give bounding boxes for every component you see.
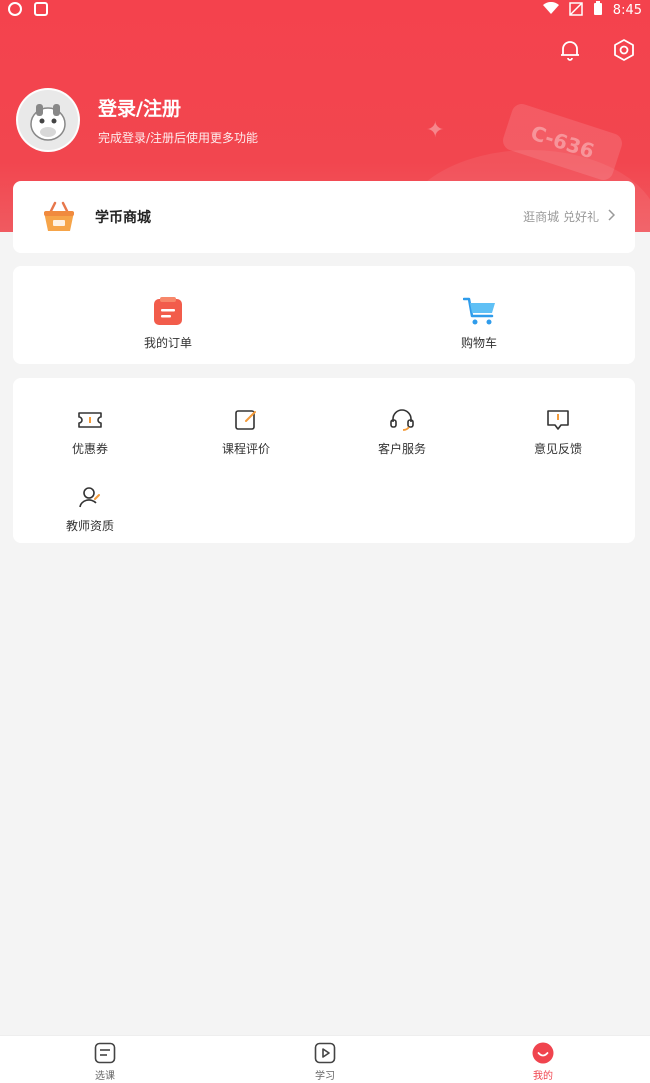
tab-mine[interactable]: 我的 xyxy=(503,1042,583,1082)
battery-icon xyxy=(593,1,603,20)
coin-mall-hint: 逛商城 兑好礼 xyxy=(523,210,599,224)
clock-time: 8:45 xyxy=(612,3,642,18)
bell-icon[interactable] xyxy=(558,38,582,62)
orders-card: 我的订单 购物车 xyxy=(13,266,635,364)
coin-mall-title: 学币商城 xyxy=(95,210,151,226)
chat-notification-icon xyxy=(8,2,22,16)
sparkle-icon: ✦ xyxy=(426,118,445,143)
tools-card: 优惠券 课程评价 客户服务 意见反馈 教师资质 xyxy=(13,378,635,543)
feedback-label: 意见反馈 xyxy=(533,442,582,456)
customer-service-label: 客户服务 xyxy=(377,442,426,456)
cart-label: 购物车 xyxy=(460,336,497,350)
login-title[interactable]: 登录/注册 xyxy=(98,94,258,121)
cart-button[interactable]: 购物车 xyxy=(419,296,539,351)
course-icon xyxy=(94,1042,116,1064)
tab-courses[interactable]: 选课 xyxy=(65,1042,145,1082)
feedback-icon xyxy=(545,408,571,432)
tab-mine-label: 我的 xyxy=(533,1071,553,1082)
my-orders-button[interactable]: 我的订单 xyxy=(108,296,228,351)
my-orders-label: 我的订单 xyxy=(143,336,192,350)
review-icon xyxy=(233,408,259,432)
order-icon xyxy=(152,296,184,326)
tab-study[interactable]: 学习 xyxy=(285,1042,365,1082)
feedback-button[interactable]: 意见反馈 xyxy=(503,408,613,457)
no-signal-icon xyxy=(569,1,583,20)
login-subtitle: 完成登录/注册后使用更多功能 xyxy=(98,131,259,145)
cart-icon xyxy=(462,296,495,326)
settings-icon[interactable] xyxy=(612,38,636,62)
status-bar: 8:45 xyxy=(0,0,650,20)
coin-mall-link[interactable]: 逛商城 兑好礼 xyxy=(523,208,616,225)
coin-mall-card[interactable]: 学币商城 逛商城 兑好礼 xyxy=(13,181,635,253)
course-review-button[interactable]: 课程评价 xyxy=(191,408,301,457)
course-review-label: 课程评价 xyxy=(221,442,270,456)
wifi-icon xyxy=(542,1,559,19)
play-icon xyxy=(314,1042,336,1064)
login-entry[interactable]: 登录/注册 完成登录/注册后使用更多功能 xyxy=(16,88,258,152)
teacher-qualification-button[interactable]: 教师资质 xyxy=(35,485,145,534)
customer-service-button[interactable]: 客户服务 xyxy=(347,408,457,457)
headset-icon xyxy=(389,408,415,432)
avatar[interactable] xyxy=(16,88,80,152)
tab-courses-label: 选课 xyxy=(95,1071,115,1082)
teacher-icon xyxy=(77,485,103,509)
profile-icon xyxy=(532,1042,554,1064)
bottom-tab-bar: 选课 学习 我的 xyxy=(0,1035,650,1083)
app-notification-icon xyxy=(34,2,48,16)
coupon-label: 优惠券 xyxy=(71,442,108,456)
tab-study-label: 学习 xyxy=(315,1071,335,1082)
coupon-button[interactable]: 优惠券 xyxy=(35,408,145,457)
chevron-right-icon xyxy=(607,209,616,224)
teacher-qualification-label: 教师资质 xyxy=(65,519,114,533)
coupon-icon xyxy=(77,408,103,432)
basket-icon xyxy=(41,199,77,235)
